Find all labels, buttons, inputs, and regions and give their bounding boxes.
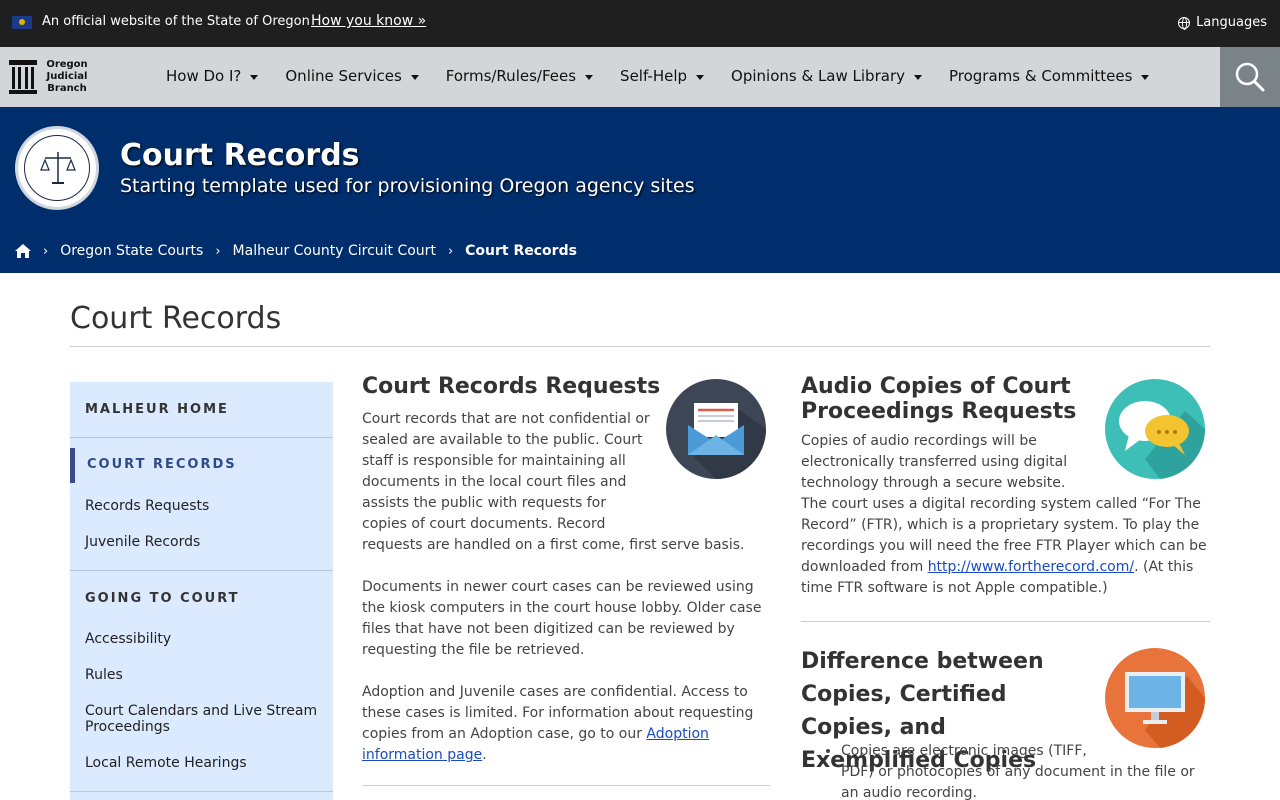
list-item: Copies are electronic images (TIFF, PDF)…: [841, 741, 1211, 800]
nav-programs-committees[interactable]: Programs & Committees: [949, 67, 1150, 85]
home-icon[interactable]: [15, 244, 31, 258]
nav-menu: How Do I? Online Services Forms/Rules/Fe…: [166, 67, 1176, 85]
sidebar: MALHEUR HOME COURT RECORDS Records Reque…: [70, 382, 333, 800]
search-button[interactable]: [1220, 47, 1280, 107]
caret-down-icon: [1141, 74, 1150, 80]
difference-bullets: Copies are electronic images (TIFF, PDF)…: [801, 741, 1211, 800]
globe-icon: [1178, 16, 1191, 30]
breadcrumb-current: Court Records: [465, 243, 577, 259]
title-divider: [70, 346, 1210, 347]
courthouse-icon: [9, 60, 37, 94]
fortherecord-link[interactable]: http://www.fortherecord.com/: [928, 559, 1134, 575]
nav-how-do-i[interactable]: How Do I?: [166, 67, 259, 85]
audio-copies-section: Audio Copies of Court Proceedings Reques…: [801, 374, 1211, 599]
section-divider: [801, 621, 1210, 622]
chevron-right-icon: ›: [215, 243, 221, 259]
sidebar-divider: [70, 437, 333, 438]
nav-opinions-law-library[interactable]: Opinions & Law Library: [731, 67, 922, 85]
breadcrumb-malheur-county[interactable]: Malheur County Circuit Court: [233, 243, 436, 259]
sidebar-item-juvenile-records[interactable]: Juvenile Records: [85, 534, 325, 550]
computer-image: [1105, 648, 1206, 748]
hero-subtitle: Starting template used for provisioning …: [120, 175, 695, 197]
sidebar-item-court-records[interactable]: COURT RECORDS: [87, 457, 237, 472]
languages-button[interactable]: Languages: [1178, 15, 1267, 30]
caret-down-icon: [410, 74, 419, 80]
sidebar-item-records-requests[interactable]: Records Requests: [85, 498, 325, 514]
caret-down-icon: [696, 74, 705, 80]
audio-paragraph: Copies of audio recordings will be elect…: [801, 433, 1207, 596]
caret-down-icon: [913, 74, 922, 80]
section-title-audio: Audio Copies of Court Proceedings Reques…: [801, 374, 1077, 424]
court-records-requests-section: Court Records Requests Court records tha…: [362, 374, 772, 766]
chevron-right-icon: ›: [447, 243, 454, 259]
sidebar-item-court-calendars[interactable]: Court Calendars and Live Stream Proceedi…: [85, 703, 325, 735]
languages-label: Languages: [1196, 15, 1267, 30]
main-navigation: Oregon Judicial Branch How Do I? Online …: [0, 47, 1280, 107]
nav-self-help[interactable]: Self-Help: [620, 67, 705, 85]
requests-paragraph-1: Court records that are not confidential …: [362, 411, 745, 553]
official-website-text: An official website of the State of Oreg…: [42, 14, 310, 29]
caret-down-icon: [250, 74, 259, 80]
requests-paragraph-2: Documents in newer court cases can be re…: [362, 579, 762, 658]
how-you-know-link[interactable]: How you know »: [311, 13, 426, 29]
nav-forms-rules-fees[interactable]: Forms/Rules/Fees: [446, 67, 594, 85]
page-hero: Court Records Starting template used for…: [0, 107, 1280, 273]
logo-text: Oregon Judicial Branch: [46, 59, 88, 94]
requests-paragraph-3: Adoption and Juvenile cases are confiden…: [362, 684, 754, 763]
sidebar-item-accessibility[interactable]: Accessibility: [85, 631, 325, 647]
scales-icon: [40, 152, 76, 184]
judicial-seal: [15, 126, 99, 210]
section-divider: [362, 785, 770, 786]
active-indicator: [70, 448, 75, 483]
breadcrumb-oregon-state-courts[interactable]: Oregon State Courts: [60, 243, 203, 259]
sidebar-divider: [70, 570, 333, 571]
caret-down-icon: [585, 74, 594, 80]
breadcrumb: › Oregon State Courts › Malheur County C…: [15, 243, 577, 259]
search-icon: [1235, 62, 1265, 92]
chevron-right-icon: ›: [43, 243, 49, 259]
ojd-logo[interactable]: Oregon Judicial Branch: [9, 59, 89, 95]
oregon-flag-icon: [12, 16, 32, 29]
sidebar-item-going-to-court[interactable]: GOING TO COURT: [85, 591, 240, 606]
section-title-requests: Court Records Requests: [362, 374, 661, 399]
page-title: Court Records: [70, 301, 282, 336]
sidebar-divider: [70, 791, 333, 792]
hero-title: Court Records: [120, 138, 360, 173]
sidebar-item-local-remote-hearings[interactable]: Local Remote Hearings: [85, 755, 325, 771]
official-banner: An official website of the State of Oreg…: [0, 0, 1280, 47]
sidebar-item-rules[interactable]: Rules: [85, 667, 325, 683]
nav-online-services[interactable]: Online Services: [285, 67, 419, 85]
monitor-icon: [1125, 672, 1206, 748]
sidebar-item-malheur-home[interactable]: MALHEUR HOME: [85, 402, 229, 417]
